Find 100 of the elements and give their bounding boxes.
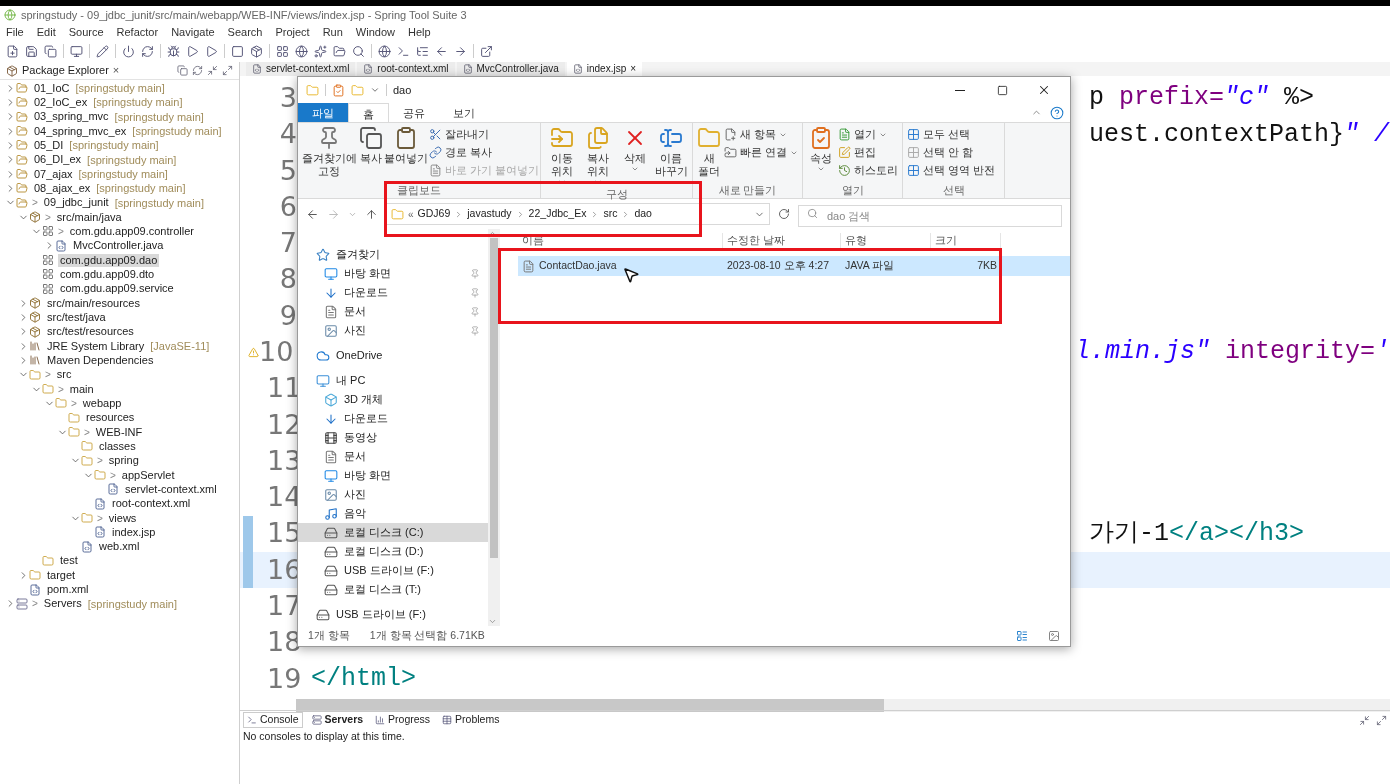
panel-tab[interactable]: Servers (308, 712, 367, 728)
close-tab-button[interactable]: × (630, 63, 637, 75)
minimize-icon[interactable] (1359, 714, 1370, 726)
tree-item[interactable]: index.jsp (110, 525, 158, 539)
search-field[interactable]: dao 검색 (798, 205, 1062, 227)
grid-icon[interactable] (276, 44, 289, 58)
tree-item[interactable]: 08_ajax_ex (32, 181, 93, 195)
tree-item[interactable]: src/test/java (45, 310, 108, 324)
collapse-all-icon[interactable] (177, 65, 188, 76)
breadcrumb[interactable]: GDJ69 (417, 206, 451, 222)
up-icon[interactable] (365, 207, 378, 221)
new-folder-icon[interactable] (351, 83, 364, 97)
pen-icon[interactable] (96, 44, 109, 58)
ribbon-button[interactable]: 히스토리 (838, 162, 898, 179)
menu-item[interactable]: Search (227, 23, 263, 41)
nav-item[interactable]: 3D 개체 (298, 390, 488, 409)
globe-icon[interactable] (295, 44, 308, 58)
nav-item[interactable]: 문서 (298, 302, 488, 321)
tree-item[interactable]: appServlet (119, 468, 177, 482)
ribbon-button[interactable]: 경로 복사 (429, 144, 539, 161)
menu-item[interactable]: Source (68, 23, 104, 41)
ribbon-button[interactable]: 이름 바꾸기 (654, 126, 688, 178)
tree-item[interactable]: MvcController.java (71, 239, 166, 253)
scrollbar-thumb[interactable] (296, 699, 884, 713)
column-header[interactable]: 수정한 날짜 (723, 233, 841, 249)
tree-item[interactable]: root-context.xml (110, 497, 193, 511)
tree-item[interactable]: src/main/java (54, 210, 124, 224)
menu-item[interactable]: Help (408, 23, 431, 41)
editor-tab[interactable]: index.jsp × (566, 62, 643, 76)
help-icon[interactable] (1050, 105, 1064, 120)
menu-item[interactable]: Edit (36, 23, 56, 41)
search-icon[interactable] (352, 44, 365, 58)
ribbon-button[interactable]: 속성 (807, 126, 835, 173)
nav-item[interactable]: 로컬 디스크 (T:) (298, 580, 488, 599)
nav-item[interactable]: USB 드라이브 (F:) (298, 605, 488, 624)
nav-item[interactable]: 다운로드 (298, 283, 488, 302)
scroll-down-icon[interactable] (488, 617, 497, 626)
ribbon-button[interactable]: 새 폴더 (697, 126, 722, 178)
back-icon[interactable] (306, 207, 319, 221)
debug-icon[interactable] (167, 44, 180, 58)
ribbon-button[interactable]: 잘라내기 (429, 126, 539, 143)
ribbon-tab[interactable]: 홈 (348, 103, 389, 122)
tree-item[interactable]: Maven Dependencies (45, 353, 156, 367)
monitor-icon[interactable] (70, 44, 83, 58)
editor-tab[interactable]: servlet-context.xml (246, 62, 356, 76)
address-bar[interactable]: « GDJ69 javastudy 22_Jdbc_Ex src dao (386, 203, 770, 225)
terminal-icon[interactable] (397, 44, 410, 58)
ribbon-tab[interactable]: 공유 (389, 103, 439, 122)
tree-item[interactable]: views (106, 511, 139, 525)
nav-item[interactable]: OneDrive (298, 346, 488, 365)
tree-item[interactable]: main (67, 382, 96, 396)
tree-item[interactable]: pom.xml (45, 583, 91, 597)
ribbon-tab[interactable]: 파일 (298, 103, 348, 122)
ribbon-tab[interactable]: 보기 (439, 103, 489, 122)
tree-item[interactable]: web.xml (97, 540, 142, 554)
nav-item[interactable]: 바탕 화면 (298, 264, 488, 283)
ribbon-button[interactable]: 빠른 연결 (724, 144, 798, 161)
details-view-icon[interactable] (1016, 630, 1028, 642)
tree-item[interactable]: spring (106, 454, 141, 468)
run-config-icon[interactable] (205, 44, 218, 58)
nav-item[interactable]: USB 드라이브 (F:) (298, 561, 488, 580)
close-tab-button[interactable]: × (112, 62, 120, 79)
nav-item[interactable]: 로컬 디스크 (C:) (298, 523, 488, 542)
menu-item[interactable]: Window (355, 23, 395, 41)
properties-icon[interactable] (332, 83, 345, 97)
nav-item[interactable]: 다운로드 (298, 409, 488, 428)
tree-item[interactable]: 05_DI (32, 138, 66, 152)
ribbon-button[interactable]: 이동 위치 (545, 126, 579, 186)
tree-item[interactable]: com.gdu.app09.dao (58, 253, 160, 267)
breadcrumb[interactable]: 22_Jdbc_Ex (528, 206, 587, 222)
package-icon[interactable] (250, 44, 263, 58)
breadcrumb[interactable]: javastudy (467, 206, 512, 222)
tree-item[interactable]: com.gdu.app09.dto (58, 267, 157, 281)
tree-item[interactable]: 06_DI_ex (32, 153, 84, 167)
customize-icon[interactable] (370, 85, 380, 95)
tree-item[interactable]: classes (97, 439, 138, 453)
power-icon[interactable] (122, 44, 135, 58)
menu-item[interactable]: Refactor (116, 23, 159, 41)
tree-item[interactable]: WEB-INF (93, 425, 145, 439)
tree-item[interactable]: target (45, 568, 78, 582)
tree-item[interactable]: src (54, 368, 74, 382)
save-icon[interactable] (25, 44, 38, 58)
tree-item[interactable]: 01_IoC (32, 81, 72, 95)
ribbon-button[interactable]: 편집 (838, 144, 898, 161)
editor-tab[interactable]: MvcController.java (456, 62, 565, 76)
ribbon-button[interactable]: 선택 영역 반전 (907, 162, 995, 179)
scrollbar-thumb[interactable] (490, 238, 498, 558)
forward-icon[interactable] (454, 44, 467, 58)
run-icon[interactable] (186, 44, 199, 58)
ribbon-button[interactable]: 복사 (359, 126, 383, 165)
tree-item[interactable]: 02_IoC_ex (32, 96, 90, 109)
column-header[interactable]: 크기 (931, 233, 1001, 249)
nav-item[interactable]: 바탕 화면 (298, 466, 488, 485)
thumbnail-view-icon[interactable] (1048, 630, 1060, 642)
back-icon[interactable] (435, 44, 448, 58)
ribbon-button[interactable]: 즐겨찾기에 고정 (302, 126, 356, 178)
ribbon-button[interactable]: 열기 (838, 126, 898, 143)
minimize-icon[interactable] (207, 65, 218, 76)
save-all-icon[interactable] (44, 44, 57, 58)
tree-item[interactable]: com.gdu.app09.controller (67, 224, 196, 238)
